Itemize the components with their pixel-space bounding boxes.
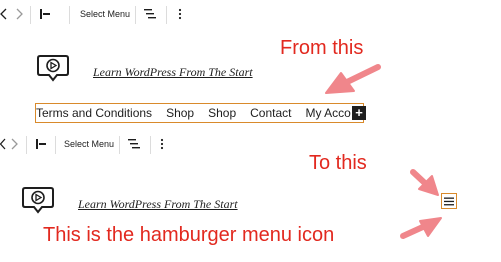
annotation-arrows: [325, 64, 442, 239]
arrow-from: [325, 64, 381, 94]
arrow-hamburger: [400, 217, 442, 239]
arrow-to: [410, 169, 439, 196]
